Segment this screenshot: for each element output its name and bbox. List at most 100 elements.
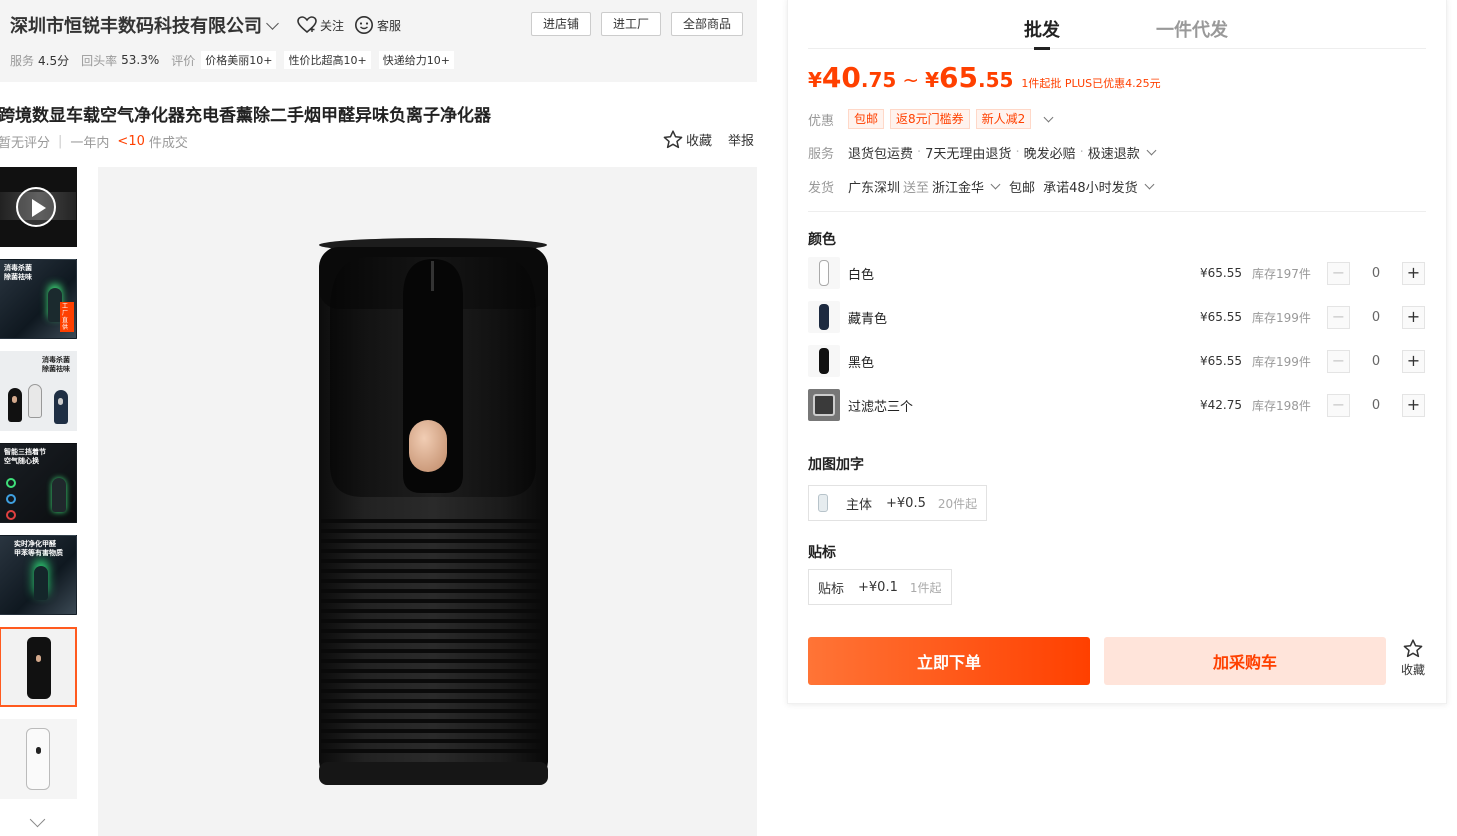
price-high-dec: .55 (977, 68, 1014, 92)
all-products-button[interactable]: 全部商品 (670, 12, 743, 36)
air-purifier-image (319, 238, 548, 785)
quantity-input[interactable] (1350, 397, 1402, 413)
customer-service-button[interactable]: 客服 (354, 15, 401, 35)
report-link[interactable]: 举报 (728, 130, 754, 149)
enter-shop-button[interactable]: 进店铺 (530, 12, 591, 36)
thumbnail-image[interactable]: 实时净化甲醛 甲苯等有害物质 (0, 535, 77, 615)
sku-thumbnail (808, 257, 840, 289)
sku-row: 黑色 ¥65.55 库存199件 − + (808, 345, 1426, 377)
heart-icon (297, 16, 317, 34)
service-label: 客服 (377, 18, 402, 33)
chevron-down-icon[interactable] (1144, 179, 1155, 190)
thumbnail-image[interactable]: 消毒杀菌 除菌祛味 (0, 351, 77, 431)
service-label: 服务 (808, 147, 835, 162)
promo-row: 优惠 包邮 返8元门槛券 新人减2 (808, 109, 1058, 129)
shop-header: 深圳市恒锐丰数码科技有限公司 关注 客服 进店铺 进工厂 全部商品 服务 4.5… (0, 0, 757, 82)
thumbnail-image[interactable]: 智能三挡着节 空气随心换 (0, 443, 77, 523)
chat-smile-icon (355, 16, 374, 34)
shop-stats: 服务 4.5分 回头率 53.3% 评价 价格美丽10+ 性价比超高10+ 快递… (10, 51, 462, 69)
free-shipping: 包邮 (1009, 181, 1036, 196)
sku-stock: 库存199件 (1252, 354, 1311, 369)
thumbnail-image[interactable] (0, 719, 77, 799)
chevron-down-icon[interactable] (1043, 112, 1054, 122)
factory-badge: 工厂直供 (60, 302, 74, 332)
quantity-stepper: − + (1327, 261, 1425, 285)
increase-button[interactable]: + (1402, 305, 1425, 329)
ship-to[interactable]: 浙江金华 (932, 177, 984, 196)
thumbnail-caption: 消毒杀菌 除菌祛味 (42, 356, 70, 373)
divider (808, 211, 1426, 212)
chevron-down-icon[interactable] (266, 16, 279, 30)
service-row: 服务 退货包运费 · 7天无理由退货 · 晚发必赔 · 极速退款 (808, 143, 1161, 162)
service-item: 退货包运费 (848, 147, 914, 162)
sku-stock: 库存198件 (1252, 398, 1311, 413)
purchase-tabs: 批发 一件代发 (808, 0, 1426, 50)
thumbnail-caption: 消毒杀菌 除菌祛味 (4, 264, 32, 281)
price-note: 1件起批 PLUS已优惠4.25元 (1021, 77, 1161, 90)
decrease-button[interactable]: − (1327, 305, 1350, 329)
option-name: 主体 (846, 497, 873, 513)
quantity-stepper: − + (1327, 305, 1425, 329)
rating-text: 暂无评分 (0, 136, 51, 151)
thumbnail-image-active[interactable] (0, 627, 77, 707)
decrease-button[interactable]: − (1327, 261, 1350, 285)
sticker-option[interactable]: 贴标 +¥0.1 1件起 (808, 569, 952, 605)
service-item: 7天无理由退货 (925, 147, 1012, 162)
option-name: 贴标 (818, 581, 845, 597)
increase-button[interactable]: + (1402, 393, 1425, 417)
enter-factory-button[interactable]: 进工厂 (600, 12, 661, 36)
thumbnail-video[interactable] (0, 167, 77, 247)
currency-symbol: ¥ (925, 68, 940, 92)
chevron-down-icon[interactable] (1146, 145, 1157, 156)
favorite-label: 收藏 (1400, 663, 1425, 677)
increase-button[interactable]: + (1402, 349, 1425, 373)
coupon-tag[interactable]: 新人减2 (975, 109, 1032, 129)
bullet: · (1015, 145, 1020, 160)
add-to-cart-button[interactable]: 加采购车 (1104, 637, 1386, 685)
price-high-int: 65 (939, 61, 978, 94)
sku-price: ¥65.55 (1200, 310, 1242, 324)
sku-thumbnail (808, 389, 840, 421)
quantity-input[interactable] (1350, 265, 1402, 281)
bullet: · (1079, 145, 1084, 160)
ship-from: 广东深圳 (848, 181, 901, 196)
chevron-down-icon[interactable] (24, 812, 52, 832)
price-low-dec: .75 (860, 68, 897, 92)
sku-name: 白色 (848, 267, 875, 283)
thumbnail-image[interactable]: 消毒杀菌 除菌祛味 工厂直供 (0, 259, 77, 339)
option-price: +¥0.1 (858, 579, 898, 595)
sku-row: 过滤芯三个 ¥42.75 库存198件 − + (808, 389, 1426, 421)
tab-dropship[interactable]: 一件代发 (1156, 16, 1228, 42)
review-tag: 快递给力10+ (378, 51, 454, 69)
tab-wholesale[interactable]: 批发 (1024, 16, 1060, 50)
main-product-image[interactable] (98, 167, 757, 836)
decrease-button[interactable]: − (1327, 349, 1350, 373)
currency-symbol: ¥ (808, 68, 822, 92)
sku-thumbnail (808, 345, 840, 377)
buy-now-button[interactable]: 立即下单 (808, 637, 1090, 685)
decrease-button[interactable]: − (1327, 393, 1350, 417)
sku-price: ¥42.75 (1200, 398, 1242, 412)
repeat-rate-label: 回头率 (81, 53, 118, 68)
shop-name[interactable]: 深圳市恒锐丰数码科技有限公司 (10, 12, 262, 38)
panel-favorite-button[interactable]: 收藏 (1396, 639, 1430, 678)
quantity-input[interactable] (1350, 309, 1402, 325)
chevron-down-icon[interactable] (990, 179, 1001, 190)
repeat-rate-value: 53.3% (121, 53, 160, 67)
coupon-tag[interactable]: 包邮 (848, 109, 885, 129)
option-min: 1件起 (909, 580, 942, 595)
coupon-tag[interactable]: 返8元门槛券 (890, 109, 970, 129)
favorite-button[interactable]: 收藏 (663, 130, 712, 149)
custom-option[interactable]: 主体 +¥0.5 20件起 (808, 485, 988, 521)
promo-label: 优惠 (808, 113, 835, 129)
quantity-stepper: − + (1327, 393, 1425, 417)
sku-name: 黑色 (848, 355, 875, 371)
follow-button[interactable]: 关注 (297, 16, 344, 34)
increase-button[interactable]: + (1402, 261, 1425, 285)
title-actions: 收藏 举报 (663, 130, 754, 149)
review-tag: 性价比超高10+ (284, 51, 371, 69)
quantity-input[interactable] (1350, 353, 1402, 369)
sku-thumbnail (808, 301, 840, 333)
sku-price: ¥65.55 (1200, 354, 1242, 368)
shipping-row: 发货 广东深圳 送至 浙江金华 包邮 承诺48小时发货 (808, 177, 1159, 196)
